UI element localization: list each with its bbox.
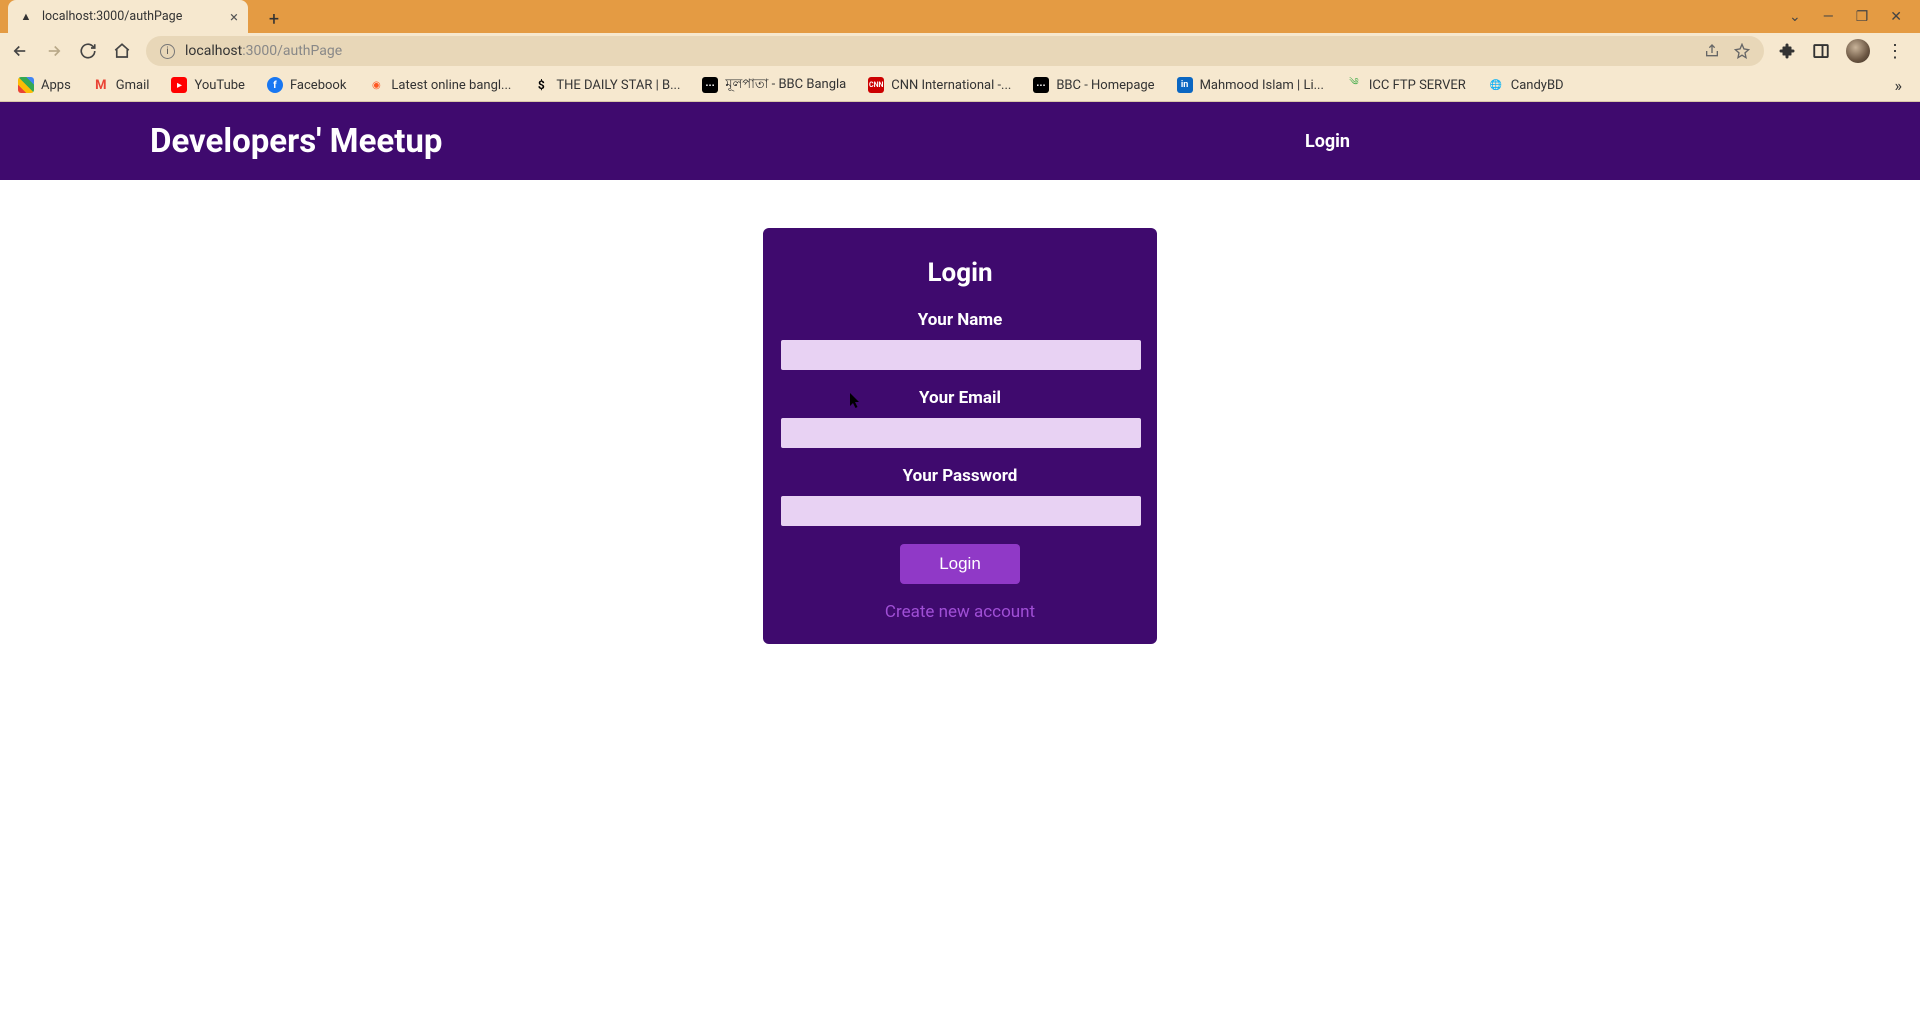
bookmark-label: Gmail	[116, 78, 150, 93]
window-controls: ⌄ — ❐ ✕	[1789, 0, 1920, 33]
info-icon[interactable]: i	[160, 44, 175, 59]
bookmark-cnn[interactable]: CNNCNN International -...	[868, 77, 1011, 93]
star-icon[interactable]	[1734, 43, 1750, 59]
home-button[interactable]	[112, 41, 132, 61]
share-icon[interactable]	[1704, 43, 1720, 59]
bookmark-candybd[interactable]: 🌐CandyBD	[1488, 77, 1564, 93]
menu-icon[interactable]: ⋮	[1886, 41, 1904, 62]
window-close-icon[interactable]: ✕	[1890, 9, 1902, 25]
card-title: Login	[781, 258, 1139, 288]
bookmark-icc-ftp[interactable]: ༄ICC FTP SERVER	[1346, 77, 1466, 93]
bookmark-label: CandyBD	[1511, 78, 1564, 93]
bookmark-label: মূলপাতা - BBC Bangla	[725, 75, 846, 96]
login-card: Login Your Name Your Email Your Password…	[763, 228, 1157, 644]
bookmark-gmail[interactable]: MGmail	[93, 77, 150, 93]
chevron-down-icon[interactable]: ⌄	[1789, 9, 1801, 25]
password-label: Your Password	[781, 466, 1139, 486]
bookmark-label: Latest online bangl...	[391, 78, 511, 93]
nav-login-link[interactable]: Login	[1305, 131, 1770, 152]
address-bar[interactable]: i localhost:3000/authPage	[146, 36, 1764, 66]
brand-title: Developers' Meetup	[150, 122, 442, 161]
bookmark-label: BBC - Homepage	[1056, 78, 1154, 93]
bookmark-dailystar[interactable]: $THE DAILY STAR | B...	[533, 77, 680, 93]
extensions-icon[interactable]	[1778, 42, 1796, 60]
bookmark-label: Apps	[41, 78, 71, 93]
bookmark-label: Mahmood Islam | Li...	[1200, 78, 1324, 93]
password-input[interactable]	[781, 496, 1141, 526]
bookmarks-bar: Apps MGmail ▸YouTube fFacebook ◉Latest o…	[0, 69, 1920, 102]
back-button[interactable]	[10, 41, 30, 61]
profile-avatar[interactable]	[1846, 39, 1870, 63]
bookmark-linkedin[interactable]: inMahmood Islam | Li...	[1177, 77, 1324, 93]
form-container: Login Your Name Your Email Your Password…	[0, 180, 1920, 644]
url-host: localhost	[185, 43, 242, 59]
browser-tab-strip: ▲ localhost:3000/authPage × + ⌄ — ❐ ✕	[0, 0, 1920, 33]
name-input[interactable]	[781, 340, 1141, 370]
tab-title: localhost:3000/authPage	[42, 9, 182, 24]
bookmark-bbc[interactable]: ▪▪▪BBC - Homepage	[1033, 77, 1154, 93]
email-input[interactable]	[781, 418, 1141, 448]
url-path: :3000/authPage	[242, 43, 342, 59]
create-account-link[interactable]: Create new account	[885, 602, 1035, 622]
sidepanel-icon[interactable]	[1812, 42, 1830, 60]
bookmark-label: CNN International -...	[891, 78, 1011, 93]
new-tab-button[interactable]: +	[260, 5, 288, 33]
browser-tab-active[interactable]: ▲ localhost:3000/authPage ×	[8, 0, 248, 33]
bookmark-youtube[interactable]: ▸YouTube	[171, 77, 245, 93]
maximize-icon[interactable]: ❐	[1856, 9, 1869, 25]
app-header: Developers' Meetup Login	[0, 102, 1920, 180]
tab-favicon-icon: ▲	[18, 9, 34, 25]
browser-toolbar: i localhost:3000/authPage ⋮	[0, 33, 1920, 69]
bookmark-facebook[interactable]: fFacebook	[267, 77, 346, 93]
minimize-icon[interactable]: —	[1823, 9, 1834, 25]
page-content: Developers' Meetup Login Login Your Name…	[0, 102, 1920, 1032]
bookmark-apps[interactable]: Apps	[18, 77, 71, 93]
forward-button[interactable]	[44, 41, 64, 61]
reload-button[interactable]	[78, 41, 98, 61]
bookmark-bbc-bangla[interactable]: ▪▪▪মূলপাতা - BBC Bangla	[702, 75, 846, 96]
bookmarks-overflow-icon[interactable]: »	[1895, 76, 1903, 95]
close-icon[interactable]: ×	[230, 8, 238, 26]
login-button[interactable]: Login	[900, 544, 1020, 584]
email-label: Your Email	[781, 388, 1139, 408]
name-label: Your Name	[781, 310, 1139, 330]
bookmark-bangla-news[interactable]: ◉Latest online bangl...	[368, 77, 511, 93]
bookmark-label: ICC FTP SERVER	[1369, 78, 1466, 93]
bookmark-label: THE DAILY STAR | B...	[556, 78, 680, 93]
bookmark-label: Facebook	[290, 78, 346, 93]
bookmark-label: YouTube	[194, 78, 245, 93]
